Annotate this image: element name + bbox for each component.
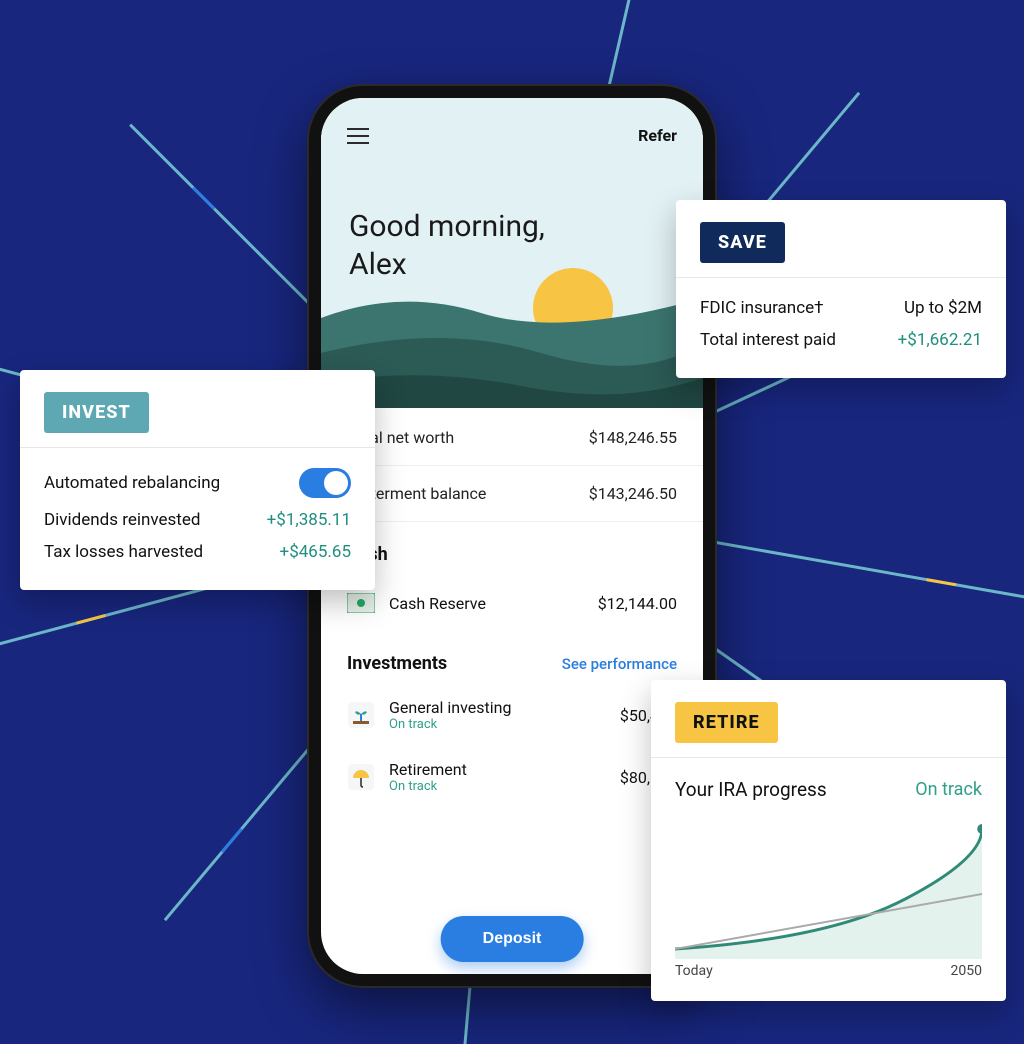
umbrella-icon xyxy=(347,763,375,791)
plant-icon xyxy=(347,701,375,729)
ira-status: On track xyxy=(915,779,982,800)
phone-screen: Refer Good morning, Alex Total net worth… xyxy=(321,98,703,974)
interest-label: Total interest paid xyxy=(700,330,836,350)
chart-x-end: 2050 xyxy=(951,963,982,979)
see-performance-link[interactable]: See performance xyxy=(562,655,677,673)
cash-reserve-account[interactable]: Cash Reserve $12,144.00 xyxy=(321,575,703,631)
net-worth-value: $148,246.55 xyxy=(589,428,677,447)
rebalancing-label: Automated rebalancing xyxy=(44,473,220,493)
dividends-value: +$1,385.11 xyxy=(267,510,351,530)
investments-section-label: Investments xyxy=(347,653,447,674)
betterment-balance-row[interactable]: Betterment balance $143,246.50 xyxy=(321,466,703,522)
retire-badge: RETIRE xyxy=(675,702,778,743)
deposit-button[interactable]: Deposit xyxy=(441,916,584,962)
betterment-balance-value: $143,246.50 xyxy=(589,484,677,503)
hero-illustration: Refer Good morning, Alex xyxy=(321,98,703,408)
fdic-value: Up to $2M xyxy=(904,298,982,318)
cash-reserve-amount: $12,144.00 xyxy=(598,594,677,613)
menu-icon[interactable] xyxy=(347,128,369,144)
general-investing-status: On track xyxy=(389,717,511,732)
interest-value: +$1,662.21 xyxy=(898,330,982,350)
general-investing-account[interactable]: General investing On track $50,460 xyxy=(321,684,703,746)
cash-icon xyxy=(347,589,375,617)
refer-link[interactable]: Refer xyxy=(638,126,677,145)
balance-summary: Total net worth $148,246.55 Betterment b… xyxy=(321,408,703,522)
save-badge: SAVE xyxy=(700,222,785,263)
retirement-name: Retirement xyxy=(389,760,467,779)
greeting-text: Good morning, Alex xyxy=(349,208,545,283)
ira-chart xyxy=(675,809,982,959)
invest-card: INVEST Automated rebalancing Dividends r… xyxy=(20,370,375,590)
net-worth-row[interactable]: Total net worth $148,246.55 xyxy=(321,410,703,466)
dividends-label: Dividends reinvested xyxy=(44,510,200,530)
ira-progress-title: Your IRA progress xyxy=(675,778,827,801)
cash-reserve-name: Cash Reserve xyxy=(389,594,486,613)
general-investing-name: General investing xyxy=(389,698,511,717)
tax-label: Tax losses harvested xyxy=(44,542,203,562)
cash-section-header: Cash xyxy=(321,522,703,575)
investments-section-header: Investments See performance xyxy=(321,631,703,684)
fdic-label: FDIC insurance† xyxy=(700,298,823,318)
retirement-account[interactable]: Retirement On track $80,640 xyxy=(321,746,703,808)
retirement-status: On track xyxy=(389,779,467,794)
rebalancing-toggle[interactable] xyxy=(299,468,351,498)
chart-x-start: Today xyxy=(675,963,713,979)
save-card: SAVE FDIC insurance† Up to $2M Total int… xyxy=(676,200,1006,378)
retire-card: RETIRE Your IRA progress On track Today … xyxy=(651,680,1006,1001)
tax-value: +$465.65 xyxy=(280,542,351,562)
invest-badge: INVEST xyxy=(44,392,149,433)
